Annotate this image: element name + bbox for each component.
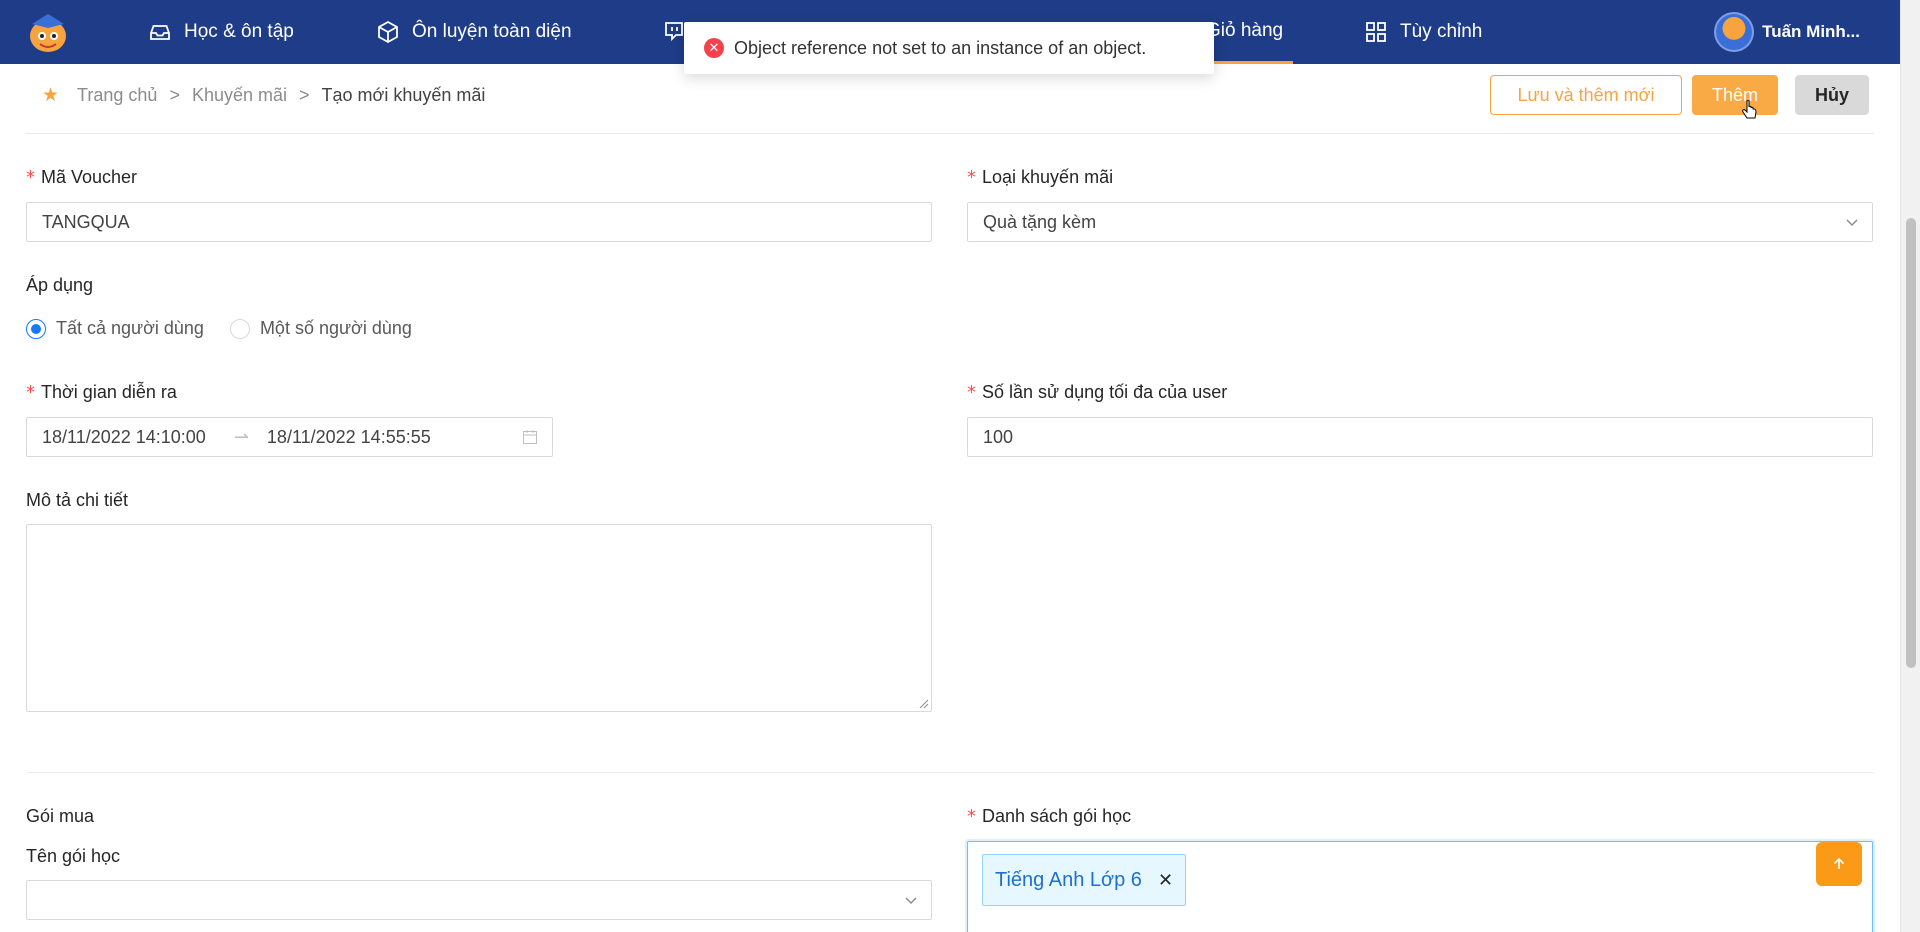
page-scrollbar[interactable] [1900,0,1920,932]
close-icon[interactable]: ✕ [1158,870,1173,891]
end-date-input[interactable]: 18/11/2022 14:55:55 [267,427,431,448]
package-list-select[interactable]: Tiếng Anh Lớp 6 ✕ [967,841,1873,932]
breadcrumb-home[interactable]: Trang chủ [77,85,157,106]
promo-type-label: * Loại khuyến mãi [967,167,1114,188]
cursor-hand-icon [1742,100,1757,119]
resize-handle-icon[interactable] [919,699,929,709]
nav-item-learn[interactable]: Học & ôn tập [148,0,294,64]
inbox-icon [150,25,170,40]
breadcrumb-separator: > [299,85,310,105]
max-use-input[interactable]: 100 [967,417,1873,457]
radio-all-users-label[interactable]: Tất cả người dùng [56,318,204,339]
arrow-up-icon [1833,857,1845,869]
package-tag: Tiếng Anh Lớp 6 ✕ [982,854,1187,906]
apply-radio-group: Tất cả người dùng Một số người dùng [26,318,412,339]
calendar-icon [523,430,537,444]
toast-message: Object reference not set to an instance … [734,37,1147,58]
breadcrumb: ★ Trang chủ > Khuyến mãi > Tạo mới khuyế… [42,84,485,107]
package-list-label: * Danh sách gói học [967,806,1132,827]
scroll-top-button[interactable] [1816,842,1862,886]
nav-item-label: Tùy chỉnh [1400,21,1483,42]
time-label: * Thời gian diễn ra [26,382,177,403]
chat-icon [665,22,683,42]
voucher-input[interactable]: TANGQUA [26,202,932,242]
package-tag-label: Tiếng Anh Lớp 6 [995,868,1142,891]
nav-item-label: Giỏ hàng [1206,19,1284,41]
scrollbar-thumb[interactable] [1906,218,1916,668]
voucher-label: * Mã Voucher [26,167,138,188]
breadcrumb-separator: > [169,85,180,105]
avatar [1714,12,1755,52]
grid-icon [1366,22,1386,42]
radio-all-users[interactable] [26,318,46,339]
error-icon: ✕ [704,38,724,58]
nav-item-settings[interactable]: Tùy chỉnh [1364,0,1482,64]
error-toast: ✕ Object reference not set to an instanc… [684,22,1214,74]
promo-type-select[interactable]: Quà tặng kèm [967,202,1873,242]
description-textarea[interactable] [26,524,932,712]
date-range-picker[interactable]: 18/11/2022 14:10:00 ⇀ 18/11/2022 14:55:5… [26,417,553,457]
max-use-label: * Số lần sử dụng tối đa của user [967,382,1228,403]
cancel-button[interactable]: Hủy [1795,75,1869,115]
chevron-down-icon [905,897,917,905]
package-section-label: Gói mua [26,806,95,826]
promo-type-value: Quà tặng kèm [983,211,1097,232]
cube-icon [378,20,398,44]
apply-label: Áp dụng [26,275,94,295]
chevron-down-icon [1846,219,1858,227]
radio-some-users[interactable] [229,318,250,339]
star-icon: ★ [42,85,60,106]
user-menu[interactable]: Tuấn Minh... [1714,12,1860,52]
user-name: Tuấn Minh... [1762,22,1860,41]
nav-item-label: Học & ôn tập [184,21,294,42]
description-label: Mô tả chi tiết [26,490,129,510]
save-and-new-button[interactable]: Lưu và thêm mới [1490,75,1682,115]
start-date-input[interactable]: 18/11/2022 14:10:00 [42,427,206,448]
nav-item-label: Ôn luyện toàn diện [412,21,572,42]
nav-item-practice[interactable]: Ôn luyện toàn diện [376,0,572,64]
header-divider [26,133,1874,134]
package-name-label: Tên gói học [26,846,121,866]
app-logo-icon[interactable] [24,10,72,54]
range-arrow-icon: ⇀ [233,426,249,447]
package-name-select[interactable] [26,880,932,920]
section-divider [26,772,1874,773]
nav-item-hidden[interactable] [662,0,686,64]
add-button[interactable]: Thêm [1692,75,1778,115]
breadcrumb-promotions[interactable]: Khuyến mãi [192,85,287,106]
breadcrumb-current: Tạo mới khuyến mãi [321,85,486,105]
main-card [0,64,1900,932]
radio-some-users-label[interactable]: Một số người dùng [260,318,412,339]
